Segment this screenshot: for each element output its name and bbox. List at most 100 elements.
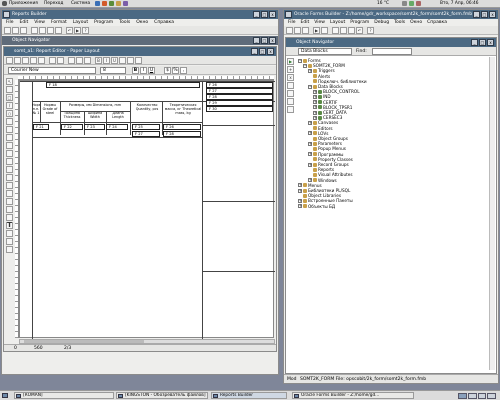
align-left-icon[interactable] [119,57,126,64]
editor-maximize-button[interactable]: □ [259,48,266,55]
nav-run-icon[interactable]: ▶ [287,58,294,65]
paper-design-icon[interactable] [30,57,37,64]
report-field[interactable]: F 23 [84,124,105,130]
fill-color-icon[interactable] [6,230,13,237]
expand-icon[interactable]: + [313,100,317,105]
align-right-icon[interactable] [135,57,142,64]
expand-icon[interactable]: + [308,162,312,167]
report-editor-titlebar[interactable]: somt_a1: Report Editor - Paper Layout _ … [4,47,276,56]
tree-node[interactable]: + Объекты БД [298,204,335,209]
expand-icon[interactable]: + [313,105,317,110]
save-icon[interactable] [20,27,27,34]
forms-nav-minimize-button[interactable]: _ [471,39,478,46]
forms-minimize-button[interactable]: _ [473,11,480,18]
taskbar-button[interactable]: Reports Builder [211,392,287,399]
font-size-select[interactable]: 8 [100,67,126,74]
forms-menu-layout[interactable]: Layout [330,19,345,26]
font-underline-button[interactable]: U [148,67,155,74]
button-tool-icon[interactable] [6,190,13,197]
expand-icon[interactable]: + [298,204,302,209]
nav-create-icon[interactable]: + [287,66,294,73]
font-bold-button[interactable]: B [132,67,139,74]
paper-layout-icon[interactable] [22,57,29,64]
expand-icon[interactable]: + [313,94,317,99]
forms-open-icon[interactable] [294,27,301,34]
forms-nav-vscrollbar[interactable] [489,57,495,370]
collapse-icon[interactable]: − [303,63,307,68]
editor-minimize-button[interactable]: _ [251,48,258,55]
polygon-tool-icon[interactable] [6,126,13,133]
forms-debug-icon[interactable] [321,27,328,34]
frame-tool-icon[interactable] [6,158,13,165]
header-section-icon[interactable] [68,57,75,64]
expand-icon[interactable]: + [313,89,317,94]
rounded-rect-tool-icon[interactable] [6,142,13,149]
window-menu-icon[interactable] [3,11,10,18]
menu-help[interactable]: Справка [154,19,174,26]
text-tool-icon[interactable]: T [6,222,13,229]
report-field[interactable]: F 21 [33,124,49,130]
nav-expand-icon[interactable] [287,82,294,89]
forms-new-icon[interactable] [286,27,293,34]
forms-maximize-button[interactable]: □ [481,11,488,18]
forms-builder-titlebar[interactable]: Oracle Forms Builder - Z:/home/gdr_works… [284,10,498,19]
forms-menu-window[interactable]: Окно [410,19,422,26]
collapse-icon[interactable]: − [298,58,302,63]
text-color-icon[interactable] [6,246,13,253]
menu-tools[interactable]: Tools [119,19,130,26]
report-field[interactable]: F 25 [132,124,160,130]
nav-expand-all-icon[interactable] [287,98,294,105]
maximize-button[interactable]: □ [261,11,268,18]
paste-icon[interactable] [55,27,62,34]
image-tool-icon[interactable] [6,214,13,221]
taskbar-button[interactable]: [KINGSTON - Обозреватель файлов] [116,392,208,399]
forms-menu-tools[interactable]: Tools [394,19,405,26]
repeating-frame-tool-icon[interactable] [6,166,13,173]
taskbar-button[interactable]: [ROMAN] [14,392,114,399]
reports-builder-titlebar[interactable]: Reports Builder _ □ x [2,10,278,19]
nav-delete-icon[interactable]: x [287,74,294,81]
anchor-tool-icon[interactable] [6,206,13,213]
menu-places[interactable]: Переход [44,1,63,6]
launcher-icons[interactable] [95,1,155,6]
menu-window[interactable]: Окно [136,19,148,26]
percent-icon[interactable]: % [172,67,179,74]
foot-icon[interactable] [2,1,7,6]
expand-icon[interactable]: + [308,178,312,183]
menu-view[interactable]: View [34,19,45,26]
minimize-button[interactable]: _ [253,11,260,18]
menu-layout[interactable]: Layout [73,19,88,26]
link-tool-icon[interactable] [6,198,13,205]
italic-icon[interactable]: I [103,57,110,64]
menu-program[interactable]: Program [94,19,113,26]
menu-applications[interactable]: Приложения [9,1,38,6]
expand-icon[interactable]: + [308,120,312,125]
report-field[interactable]: F 28 [163,131,201,137]
underline-icon[interactable]: U [111,57,118,64]
expand-icon[interactable]: + [313,115,317,120]
expand-icon[interactable]: + [308,152,312,157]
rb-object-navigator-titlebar[interactable]: Object Navigator _ □ x [2,36,278,45]
cut-icon[interactable] [39,27,46,34]
forms-menu-program[interactable]: Program [350,19,369,26]
line-color-icon[interactable] [6,238,13,245]
expand-icon[interactable]: + [313,110,317,115]
select-tool-icon[interactable]: ↖ [6,78,13,85]
ownership-view-select[interactable]: Data Blocks [298,48,352,55]
help-icon[interactable]: ? [82,27,89,34]
forms-copy-icon[interactable] [340,27,347,34]
data-model-icon[interactable] [6,57,13,64]
tray-icons[interactable] [402,1,432,6]
forms-close-button[interactable]: x [489,11,496,18]
forms-nav-titlebar[interactable]: Object Navigator _ □ x [286,38,496,47]
arc-tool-icon[interactable] [6,118,13,125]
trailer-section-icon[interactable] [84,57,91,64]
report-field[interactable]: F 30 [206,106,273,112]
nav-collapse-icon[interactable] [287,90,294,97]
field-tool-icon[interactable] [6,174,13,181]
undo-icon[interactable]: ↶ [66,27,73,34]
rectangle-tool-icon[interactable]: □ [6,94,13,101]
polyline-tool-icon[interactable] [6,134,13,141]
expand-icon[interactable]: + [298,188,302,193]
close-button[interactable]: x [269,11,276,18]
